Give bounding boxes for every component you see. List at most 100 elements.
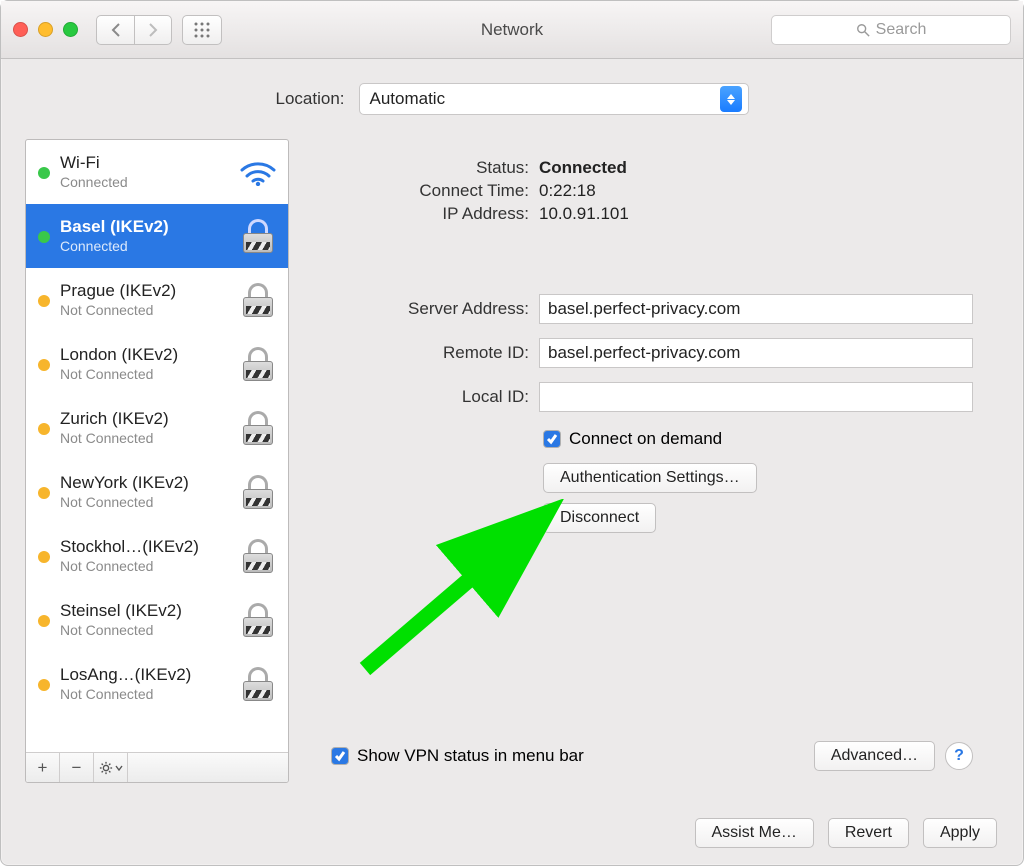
status-label: Status: [331,158,529,178]
service-item[interactable]: NewYork (IKEv2)Not Connected [26,460,288,524]
dropdown-stepper-icon [720,86,742,112]
service-item[interactable]: London (IKEv2)Not Connected [26,332,288,396]
revert-button[interactable]: Revert [828,818,909,848]
close-window-button[interactable] [13,22,28,37]
titlebar: Network Search [1,1,1023,59]
service-name: Stockhol…(IKEv2) [60,537,228,557]
service-subtitle: Not Connected [60,558,228,575]
service-item[interactable]: Steinsel (IKEv2)Not Connected [26,588,288,652]
connect-on-demand-row[interactable]: Connect on demand [543,429,973,449]
service-item[interactable]: Wi-FiConnected [26,140,288,204]
footer: Assist Me… Revert Apply [1,801,1023,865]
lock-icon [238,283,278,317]
sidebar-tools: + − [26,752,288,782]
lock-icon [238,603,278,637]
status-indicator [38,551,50,563]
service-item[interactable]: Prague (IKEv2)Not Connected [26,268,288,332]
service-subtitle: Not Connected [60,494,228,511]
service-options-button[interactable] [94,753,128,782]
connect-on-demand-label: Connect on demand [569,429,722,449]
service-item[interactable]: Basel (IKEv2)Connected [26,204,288,268]
nav-buttons [96,15,172,45]
check-icon [334,750,346,762]
local-id-input[interactable] [539,382,973,412]
show-vpn-checkbox[interactable] [331,747,349,765]
service-name: LosAng…(IKEv2) [60,665,228,685]
server-address-input[interactable] [539,294,973,324]
service-subtitle: Not Connected [60,302,228,319]
main-area: Wi-FiConnectedBasel (IKEv2)ConnectedPrag… [1,139,1023,801]
zoom-window-button[interactable] [63,22,78,37]
location-value: Automatic [370,89,446,109]
status-block: Status: Connected Connect Time: 0:22:18 … [331,155,973,227]
service-subtitle: Connected [60,174,228,191]
back-button[interactable] [96,15,134,45]
service-subtitle: Connected [60,238,228,255]
lock-icon [238,219,278,253]
location-select[interactable]: Automatic [359,83,749,115]
status-indicator [38,295,50,307]
service-item[interactable]: LosAng…(IKEv2)Not Connected [26,652,288,716]
server-address-label: Server Address: [331,299,529,319]
remote-id-input[interactable] [539,338,973,368]
lock-icon [238,347,278,381]
status-indicator [38,487,50,499]
lock-icon [238,667,278,701]
lock-icon [238,411,278,445]
service-subtitle: Not Connected [60,622,228,639]
service-name: Steinsel (IKEv2) [60,601,228,621]
apply-button[interactable]: Apply [923,818,997,848]
show-vpn-label: Show VPN status in menu bar [357,746,584,766]
lock-icon [238,475,278,509]
service-name: Basel (IKEv2) [60,217,228,237]
add-service-button[interactable]: + [26,753,60,782]
service-subtitle: Not Connected [60,430,228,447]
search-placeholder: Search [876,21,927,39]
check-icon [546,433,558,445]
service-sidebar: Wi-FiConnectedBasel (IKEv2)ConnectedPrag… [25,139,289,783]
service-item[interactable]: Zurich (IKEv2)Not Connected [26,396,288,460]
assist-me-button[interactable]: Assist Me… [695,818,814,848]
remove-service-button[interactable]: − [60,753,94,782]
status-indicator [38,615,50,627]
chevron-right-icon [148,23,158,37]
detail-pane: Status: Connected Connect Time: 0:22:18 … [305,139,999,783]
wifi-icon [238,158,278,186]
grid-icon [194,22,210,38]
window-controls [13,22,78,37]
ip-address-label: IP Address: [331,204,529,224]
help-button[interactable]: ? [945,742,973,770]
forward-button[interactable] [134,15,172,45]
annotation-arrow [355,499,575,679]
connect-time-label: Connect Time: [331,181,529,201]
service-subtitle: Not Connected [60,686,228,703]
service-list[interactable]: Wi-FiConnectedBasel (IKEv2)ConnectedPrag… [26,140,288,752]
service-name: Prague (IKEv2) [60,281,228,301]
chevron-down-icon [115,765,123,771]
network-preferences-window: Network Search Location: Automatic Wi-Fi… [0,0,1024,866]
lock-icon [238,539,278,573]
status-indicator [38,359,50,371]
minimize-window-button[interactable] [38,22,53,37]
location-label: Location: [276,89,345,109]
service-name: Wi-Fi [60,153,228,173]
show-vpn-row[interactable]: Show VPN status in menu bar [331,746,584,766]
status-value: Connected [539,158,627,178]
connect-on-demand-checkbox[interactable] [543,430,561,448]
location-row: Location: Automatic [1,59,1023,139]
show-all-button[interactable] [182,15,222,45]
service-name: London (IKEv2) [60,345,228,365]
authentication-settings-button[interactable]: Authentication Settings… [543,463,757,493]
connect-time-value: 0:22:18 [539,181,596,201]
advanced-button[interactable]: Advanced… [814,741,935,771]
service-name: Zurich (IKEv2) [60,409,228,429]
local-id-label: Local ID: [331,387,529,407]
status-indicator [38,679,50,691]
status-indicator [38,231,50,243]
service-item[interactable]: Stockhol…(IKEv2)Not Connected [26,524,288,588]
remote-id-label: Remote ID: [331,343,529,363]
search-field[interactable]: Search [771,15,1011,45]
ip-address-value: 10.0.91.101 [539,204,629,224]
detail-bottom-row: Show VPN status in menu bar Advanced… ? [331,723,973,771]
gear-icon [99,761,113,775]
